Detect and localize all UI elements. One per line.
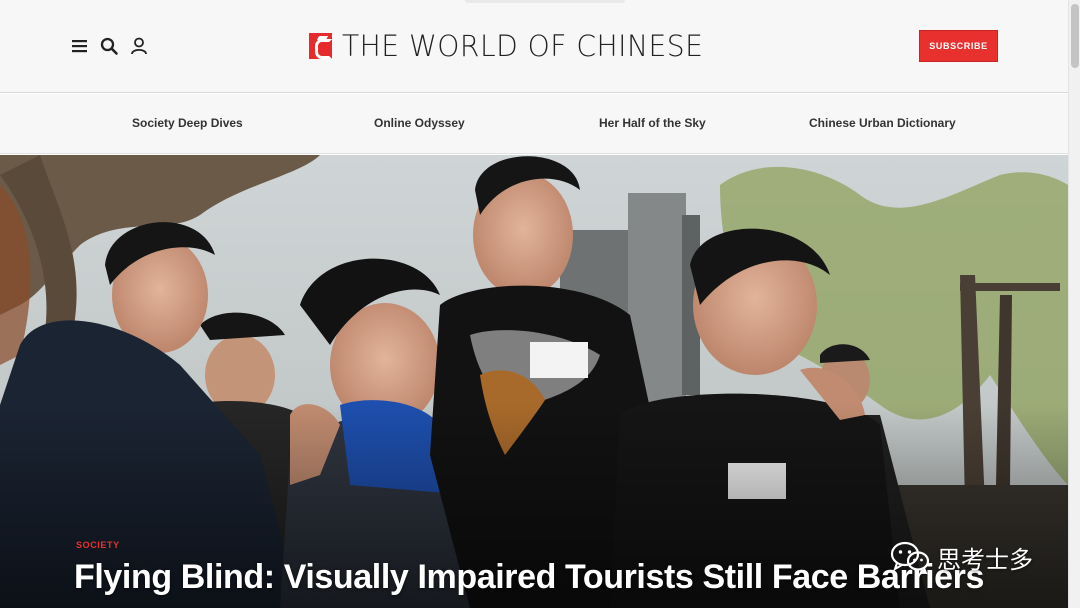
scrollbar-thumb[interactable] (1071, 4, 1079, 68)
site-logo[interactable]: THE WORLD OF CHINESE (309, 29, 715, 63)
search-icon[interactable] (99, 36, 119, 56)
subscribe-button[interactable]: SUBSCRIBE (919, 30, 998, 62)
nav-item-chinese-urban-dictionary[interactable]: Chinese Urban Dictionary (809, 116, 956, 130)
logo-text: THE WORLD OF CHINESE (342, 29, 704, 63)
article-headline[interactable]: Flying Blind: Visually Impaired Tourists… (74, 558, 984, 597)
nav-item-society-deep-dives[interactable]: Society Deep Dives (132, 116, 243, 130)
user-icon[interactable] (129, 36, 149, 56)
watermark-text: 思考士多 (937, 545, 1033, 574)
site-header: THE WORLD OF CHINESE SUBSCRIBE (0, 0, 1068, 93)
category-nav: Society Deep Dives Online Odyssey Her Ha… (0, 94, 1068, 154)
wechat-watermark: 思考士多 (889, 540, 1033, 574)
menu-icon[interactable] (70, 36, 90, 56)
wechat-icon (890, 541, 930, 574)
article-category-label[interactable]: SOCIETY (76, 540, 120, 550)
logo-mark-icon (309, 33, 332, 59)
nav-item-online-odyssey[interactable]: Online Odyssey (374, 116, 465, 130)
nav-item-her-half-of-the-sky[interactable]: Her Half of the Sky (599, 116, 706, 130)
scrollbar[interactable] (1068, 0, 1080, 608)
top-edge-tab (465, 0, 625, 3)
